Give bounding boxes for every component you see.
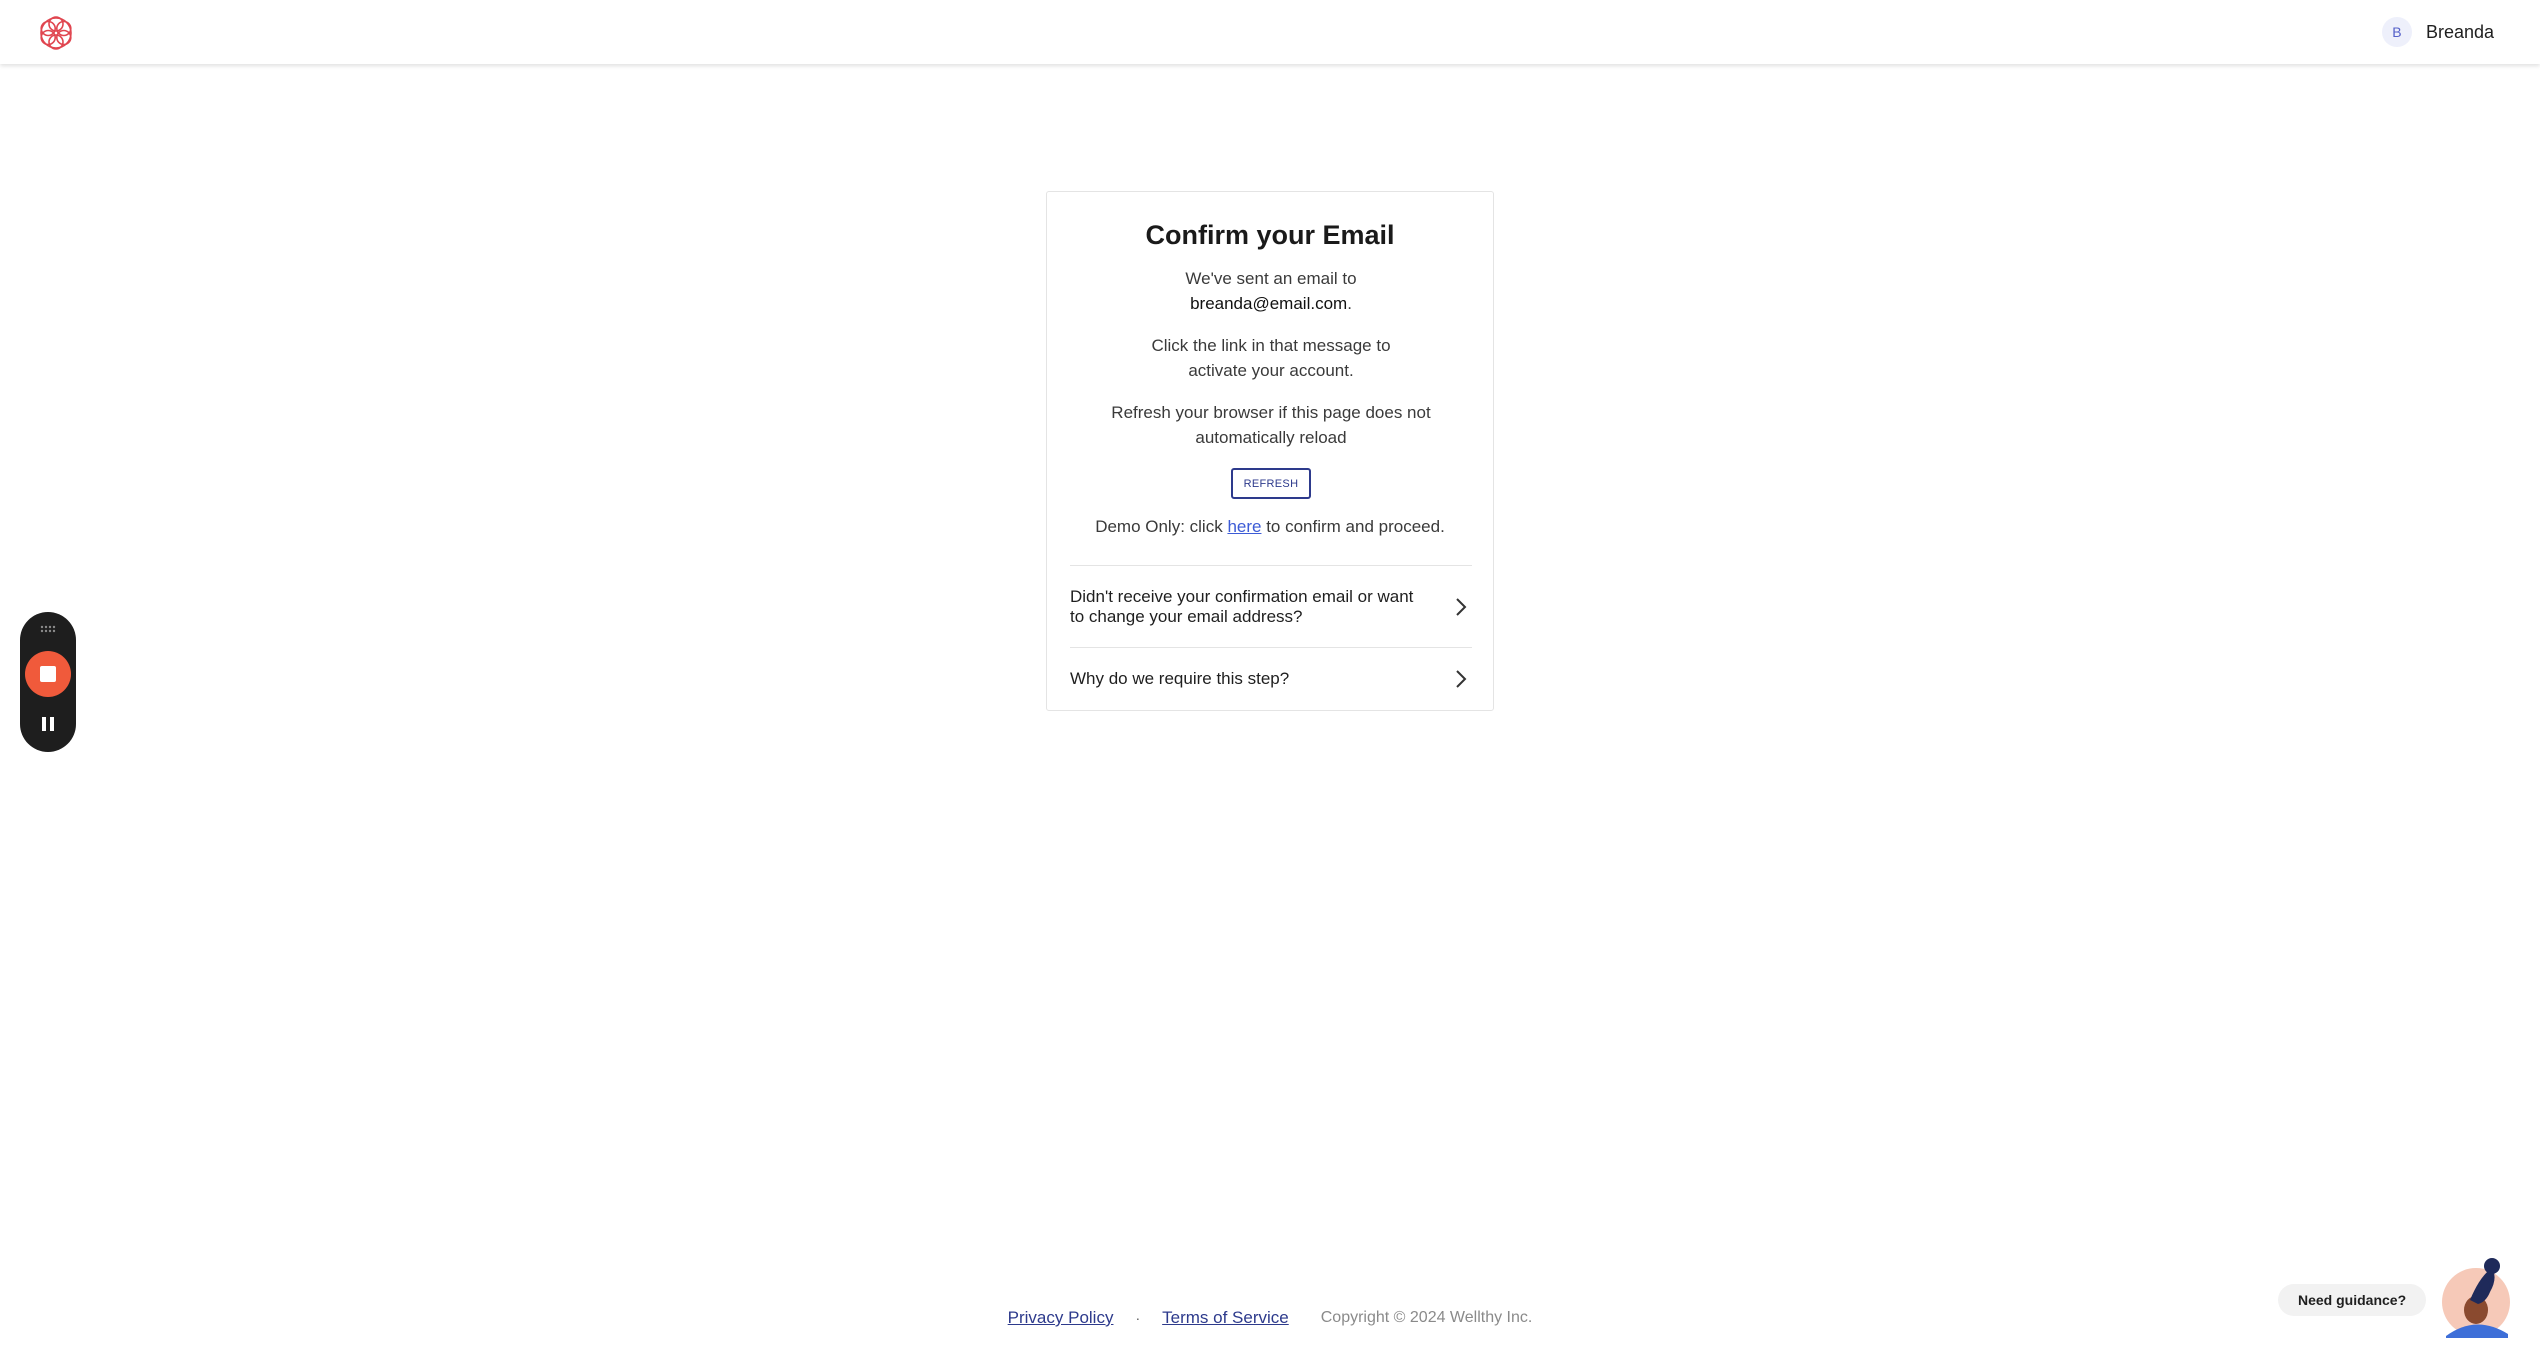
drag-grip-icon[interactable] xyxy=(36,624,60,634)
pause-icon-bar xyxy=(50,717,54,731)
email-suffix: . xyxy=(1347,294,1352,313)
demo-suffix: to confirm and proceed. xyxy=(1261,517,1445,536)
refresh-instructions: Refresh your browser if this page does n… xyxy=(1087,400,1455,450)
copyright: Copyright © 2024 Wellthy Inc. xyxy=(1320,1309,1533,1326)
top-bar: B Breanda xyxy=(0,0,2540,64)
accordion-why-required[interactable]: Why do we require this step? xyxy=(1070,647,1472,709)
privacy-policy-link[interactable]: Privacy Policy xyxy=(1008,1308,1114,1328)
click-instructions: Click the link in that message to activa… xyxy=(1087,333,1455,383)
stop-recording-button[interactable] xyxy=(25,651,71,697)
demo-prefix: Demo Only: click xyxy=(1095,517,1228,536)
pause-recording-button[interactable] xyxy=(36,712,60,736)
footer: Privacy Policy · Terms of Service Copyri… xyxy=(0,1306,2540,1330)
user-avatar[interactable]: B xyxy=(2381,17,2412,47)
demo-note: Demo Only: click here to confirm and pro… xyxy=(1047,517,1493,537)
chevron-right-icon xyxy=(1456,597,1467,616)
recorder-widget xyxy=(20,612,76,752)
footer-separator: · xyxy=(1135,1310,1141,1326)
accordion-change-email[interactable]: Didn't receive your confirmation email o… xyxy=(1070,565,1472,647)
click-line-1: Click the link in that message to xyxy=(1151,336,1391,355)
sent-message: We've sent an email to breanda@email.com… xyxy=(1087,266,1455,316)
guide-avatar-icon[interactable] xyxy=(2440,1256,2516,1338)
user-menu[interactable]: B Breanda xyxy=(2381,17,2494,47)
sent-line: We've sent an email to xyxy=(1185,269,1357,288)
user-name[interactable]: Breanda xyxy=(2426,22,2494,43)
need-guidance-button[interactable]: Need guidance? xyxy=(2278,1284,2427,1316)
page-title: Confirm your Email xyxy=(1145,220,1395,250)
stop-icon xyxy=(40,666,56,682)
wellthy-logo-icon[interactable] xyxy=(38,15,74,51)
accordion-label: Didn't receive your confirmation email o… xyxy=(1070,586,1414,626)
pause-icon xyxy=(42,717,46,731)
terms-of-service-link[interactable]: Terms of Service xyxy=(1162,1308,1289,1328)
email-line: breanda@email.com. xyxy=(1087,291,1455,316)
chevron-right-icon xyxy=(1456,669,1467,688)
refresh-line-1: Refresh your browser if this page does n… xyxy=(1111,403,1431,422)
confirm-email-card: Confirm your Email We've sent an email t… xyxy=(1046,191,1494,711)
click-line-2: activate your account. xyxy=(1188,361,1354,380)
demo-confirm-link[interactable]: here xyxy=(1227,517,1261,536)
refresh-line-2: automatically reload xyxy=(1195,428,1347,447)
accordion-label: Why do we require this step? xyxy=(1070,668,1290,688)
email-address: breanda@email.com xyxy=(1190,294,1348,313)
refresh-button[interactable]: REFRESH xyxy=(1231,468,1311,499)
